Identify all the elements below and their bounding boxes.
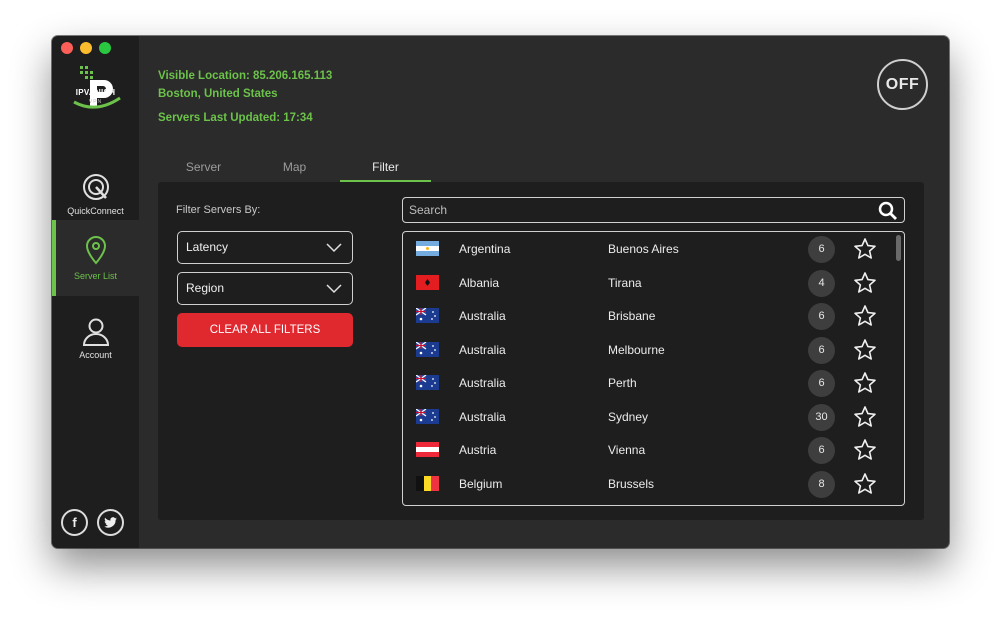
sidebar-item-account[interactable]: Account (52, 300, 139, 376)
user-icon (82, 318, 109, 346)
server-city: Brisbane (608, 309, 656, 323)
location-city: Boston, United States (158, 88, 278, 100)
minimize-window-button[interactable] (80, 42, 92, 54)
server-country: Australia (459, 342, 506, 357)
social-links: f (61, 509, 124, 536)
server-country: Australia (459, 409, 506, 424)
close-window-button[interactable] (61, 42, 73, 54)
filter-heading: Filter Servers By: (176, 204, 261, 216)
tab-filter[interactable]: Filter (340, 160, 431, 182)
server-row[interactable]: Albania Tirana 4 (403, 266, 903, 300)
server-row[interactable]: Argentina Buenos Aires 6 (403, 232, 903, 266)
server-city: Vienna (608, 443, 646, 457)
server-city: Sydney (608, 409, 649, 424)
sidebar-item-label: Server List (73, 271, 117, 281)
latency-dropdown-value: Latency (186, 240, 229, 254)
location-pin-icon (85, 235, 106, 265)
favorite-star-icon[interactable] (853, 438, 877, 462)
view-tabs: Server Map Filter (158, 160, 431, 182)
tab-server[interactable]: Server (158, 160, 249, 182)
server-row[interactable]: Australia Brisbane 6 (403, 299, 903, 333)
app-window: IPVANISH VPN QuickConnect Server List Ac… (52, 36, 949, 548)
search-input[interactable] (409, 202, 869, 218)
window-controls (61, 42, 111, 54)
server-city: Perth (608, 376, 637, 390)
search-box (402, 197, 905, 223)
twitter-icon[interactable] (97, 509, 124, 536)
server-count-badge: 6 (808, 303, 835, 330)
favorite-star-icon[interactable] (853, 371, 877, 395)
facebook-icon[interactable]: f (61, 509, 88, 536)
server-city: Melbourne (608, 342, 665, 357)
server-count-badge: 6 (808, 437, 835, 464)
tab-map[interactable]: Map (249, 160, 340, 182)
server-city: Tirana (608, 275, 642, 290)
server-country: Argentina (459, 242, 511, 256)
sidebar: IPVANISH VPN QuickConnect Server List Ac… (52, 36, 139, 548)
favorite-star-icon[interactable] (853, 405, 877, 429)
belgium-flag-icon (416, 475, 439, 491)
server-row[interactable]: Australia Sydney 30 (403, 400, 903, 434)
server-row[interactable]: Belgium Brussels 8 (403, 467, 903, 501)
logo-text: IPVANISH (75, 88, 116, 97)
server-country: Austria (459, 443, 497, 457)
australia-flag-icon (416, 375, 439, 390)
favorite-star-icon[interactable] (853, 338, 877, 362)
logo-subtext: VPN (88, 99, 103, 105)
sidebar-item-label: QuickConnect (67, 206, 124, 216)
servers-last-updated: Servers Last Updated: 17:34 (158, 112, 313, 124)
albania-flag-icon (416, 274, 439, 290)
server-city: Brussels (608, 476, 655, 491)
server-list[interactable]: Argentina Buenos Aires 6 Albania Tirana … (402, 231, 905, 506)
argentina-flag-icon (416, 241, 439, 256)
region-dropdown[interactable]: Region (177, 272, 353, 305)
server-country: Albania (459, 275, 500, 290)
server-row[interactable]: Australia Melbourne 6 (403, 333, 903, 367)
australia-flag-icon (416, 408, 439, 424)
server-count-badge: 4 (808, 269, 835, 297)
zoom-window-button[interactable] (99, 42, 111, 54)
server-count-badge: 6 (808, 336, 835, 364)
server-count-badge: 30 (808, 403, 835, 431)
server-city: Buenos Aires (608, 242, 679, 256)
server-row[interactable]: Australia Perth 6 (403, 366, 903, 400)
favorite-star-icon[interactable] (853, 304, 877, 328)
australia-flag-icon (416, 308, 439, 323)
latency-dropdown[interactable]: Latency (177, 231, 353, 264)
server-count-badge: 6 (808, 236, 835, 263)
sidebar-item-label: Account (79, 350, 112, 360)
austria-flag-icon (416, 442, 439, 457)
clear-all-filters-button[interactable]: CLEAR ALL FILTERS (177, 313, 353, 347)
favorite-star-icon[interactable] (853, 472, 877, 496)
connection-status: Visible Location: 85.206.165.113 Boston,… (158, 67, 332, 127)
chevron-down-icon (326, 243, 342, 253)
filter-panel: Filter Servers By: Latency Region CLEAR … (158, 182, 924, 520)
server-row[interactable]: Austria Vienna 6 (403, 433, 903, 467)
server-country: Australia (459, 376, 506, 390)
visible-location: Visible Location: 85.206.165.113 (158, 70, 333, 82)
quickconnect-icon (82, 174, 109, 200)
region-dropdown-value: Region (186, 281, 225, 295)
chevron-down-icon (326, 284, 342, 294)
connect-toggle-button[interactable]: OFF (877, 59, 928, 110)
search-icon[interactable] (878, 201, 898, 221)
favorite-star-icon[interactable] (853, 271, 877, 295)
australia-flag-icon (416, 341, 439, 357)
server-count-badge: 6 (808, 370, 835, 397)
server-country: Australia (459, 309, 506, 323)
server-count-badge: 8 (808, 470, 835, 498)
server-country: Belgium (459, 476, 503, 491)
sidebar-item-server-list[interactable]: Server List (52, 220, 139, 296)
favorite-star-icon[interactable] (853, 237, 877, 261)
